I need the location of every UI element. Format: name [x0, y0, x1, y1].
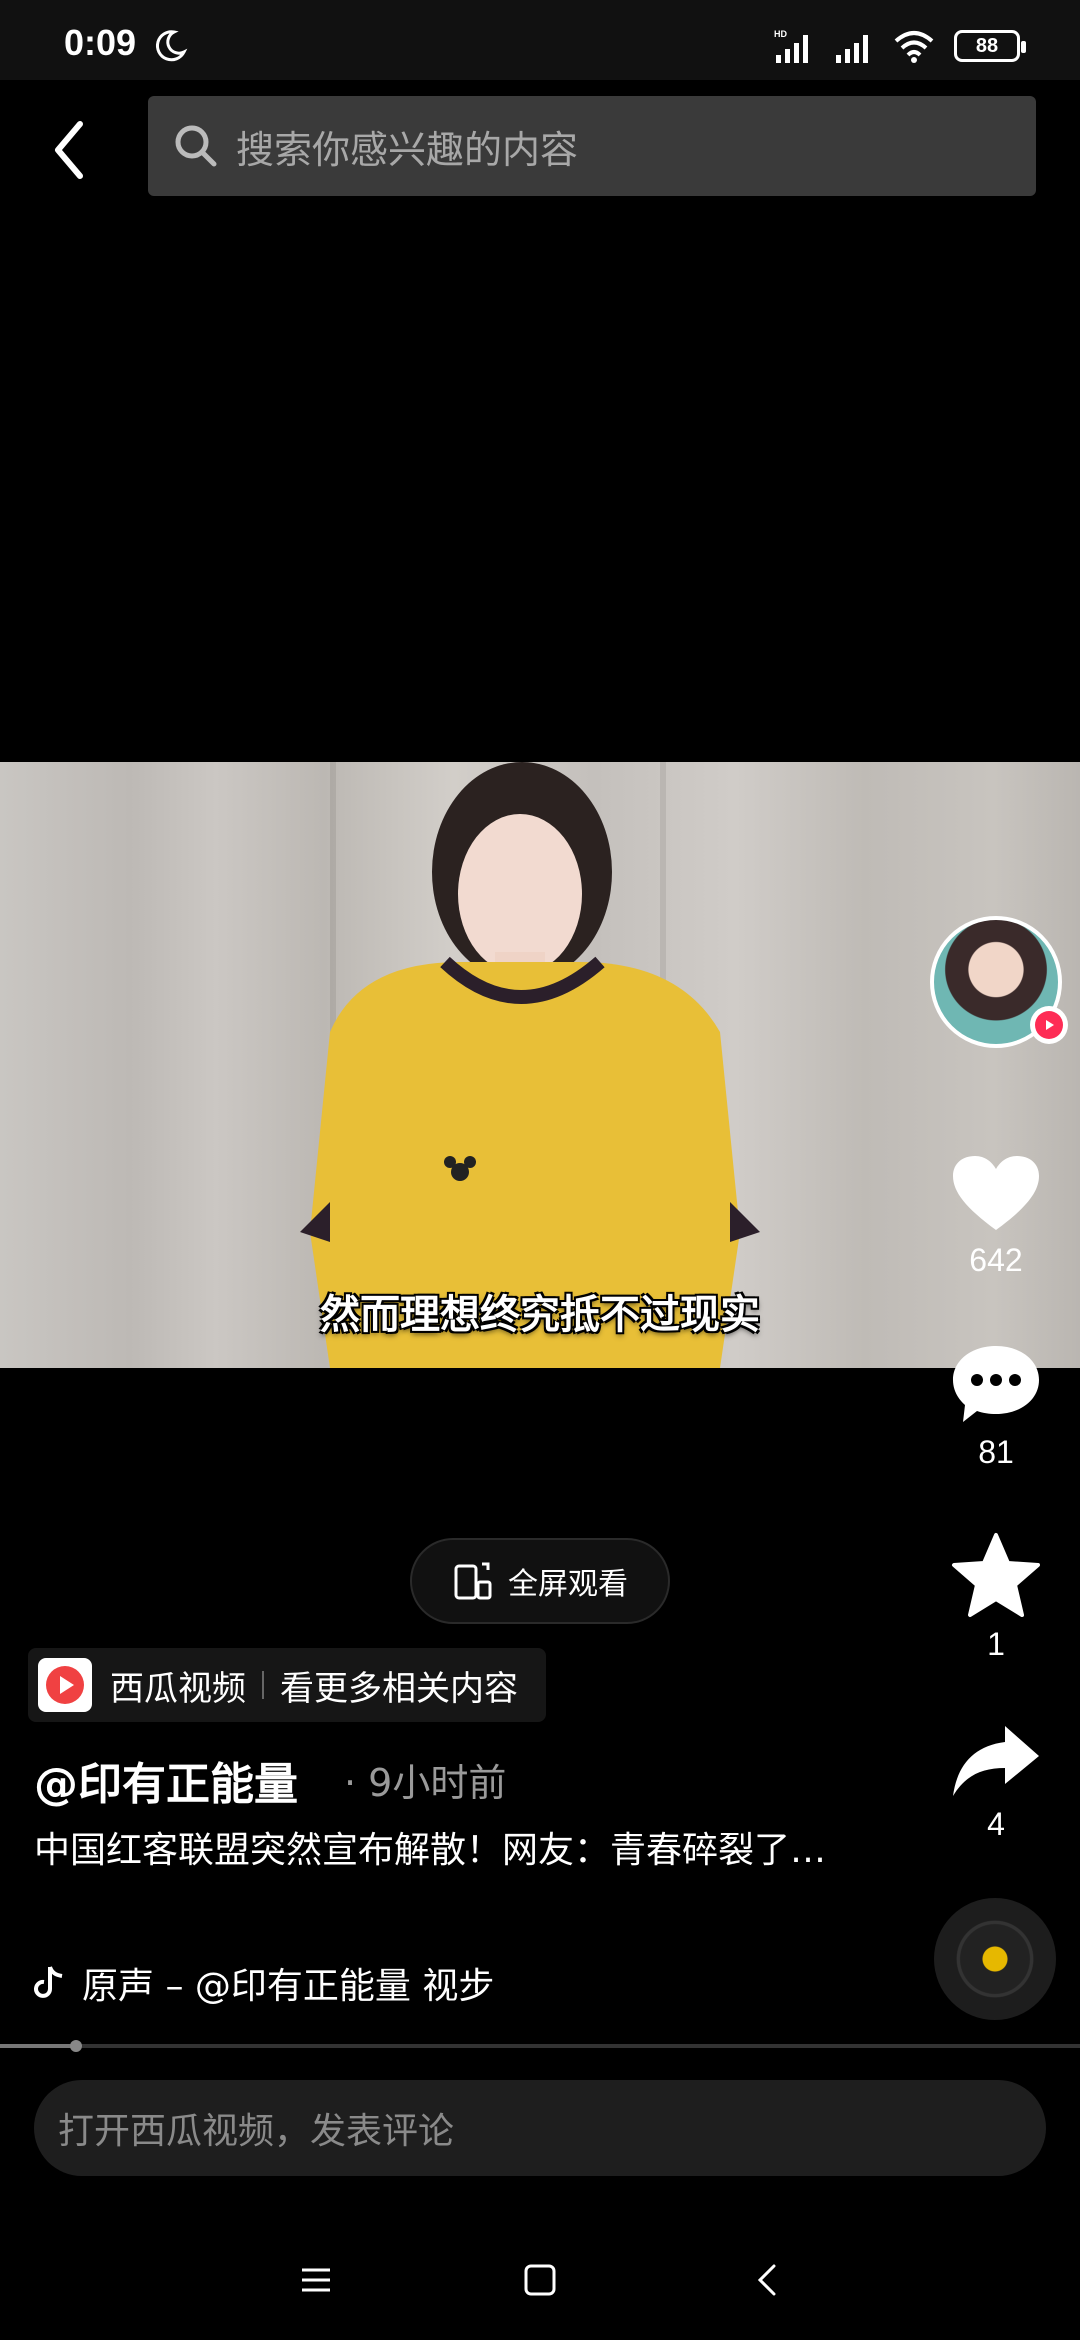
- progress-fill: [0, 2044, 76, 2048]
- like-count: 642: [969, 1242, 1023, 1278]
- search-placeholder: 搜索你感兴趣的内容: [236, 127, 579, 172]
- fullscreen-label: 全屏观看: [508, 1567, 628, 1602]
- signal-icon: HD: [774, 29, 808, 63]
- battery-level: 88: [975, 34, 999, 57]
- home-icon[interactable]: [510, 2250, 570, 2310]
- comment-placeholder: 打开西瓜视频，发表评论: [58, 2111, 455, 2152]
- comment-button[interactable]: 81: [946, 1342, 1046, 1471]
- moon-icon: [155, 30, 188, 62]
- fullscreen-button[interactable]: 全屏观看: [410, 1538, 670, 1624]
- star-icon: [952, 1533, 1040, 1617]
- video-player[interactable]: 然而理想终究抵不过现实: [0, 762, 1080, 1368]
- favorite-button[interactable]: 1: [946, 1532, 1046, 1663]
- battery-indicator: 88: [954, 30, 1026, 62]
- like-button[interactable]: 642: [946, 1154, 1046, 1279]
- share-icon: [953, 1726, 1039, 1796]
- video-subtitle: 然而理想终究抵不过现实: [320, 1292, 760, 1338]
- status-time: 0:09: [64, 22, 137, 63]
- xigua-more-link: 看更多相关内容: [280, 1668, 518, 1709]
- search-input[interactable]: 搜索你感兴趣的内容: [148, 96, 1036, 196]
- search-icon: [175, 125, 217, 167]
- live-badge-icon: [1030, 1006, 1068, 1044]
- xigua-name: 西瓜视频: [110, 1668, 246, 1709]
- status-bar: 0:09 HD 88: [0, 0, 1080, 80]
- status-icons: HD 88: [772, 26, 1026, 66]
- music-disc-icon[interactable]: [934, 1898, 1056, 2020]
- share-count: 4: [987, 1806, 1005, 1842]
- wifi-icon: [894, 31, 934, 63]
- back-icon[interactable]: [40, 110, 100, 190]
- music-text: 原声 – @印有正能量 视步: [82, 1966, 495, 2007]
- post-time: · 9小时前: [344, 1761, 507, 1805]
- music-link[interactable]: 原声 – @印有正能量 视步: [34, 1958, 534, 2008]
- xigua-logo-icon: [38, 1658, 92, 1712]
- comment-input[interactable]: 打开西瓜视频，发表评论: [34, 2080, 1046, 2176]
- heart-icon: [953, 1156, 1039, 1230]
- system-nav-bar: [0, 2220, 1080, 2340]
- comment-icon: [953, 1346, 1039, 1422]
- video-progress-bar[interactable]: [0, 2040, 1080, 2052]
- fullscreen-icon: [454, 1562, 492, 1600]
- comment-count: 81: [978, 1434, 1014, 1470]
- signal-icon: [836, 35, 868, 63]
- post-description[interactable]: 中国红客联盟突然宣布解散！网友：青春碎裂了…: [34, 1822, 834, 1880]
- xigua-banner[interactable]: 西瓜视频 看更多相关内容: [28, 1648, 546, 1722]
- menu-icon[interactable]: [286, 2250, 346, 2310]
- favorite-count: 1: [987, 1626, 1005, 1662]
- network-label: HD: [774, 29, 787, 39]
- nav-back-icon[interactable]: [738, 2250, 798, 2310]
- share-button[interactable]: 4: [946, 1722, 1046, 1843]
- tiktok-note-icon: [34, 1966, 63, 1998]
- author-name[interactable]: @印有正能量: [34, 1748, 298, 1812]
- progress-knob[interactable]: [69, 2040, 82, 2052]
- divider: [262, 1671, 264, 1699]
- presenter-figure: [300, 762, 760, 1368]
